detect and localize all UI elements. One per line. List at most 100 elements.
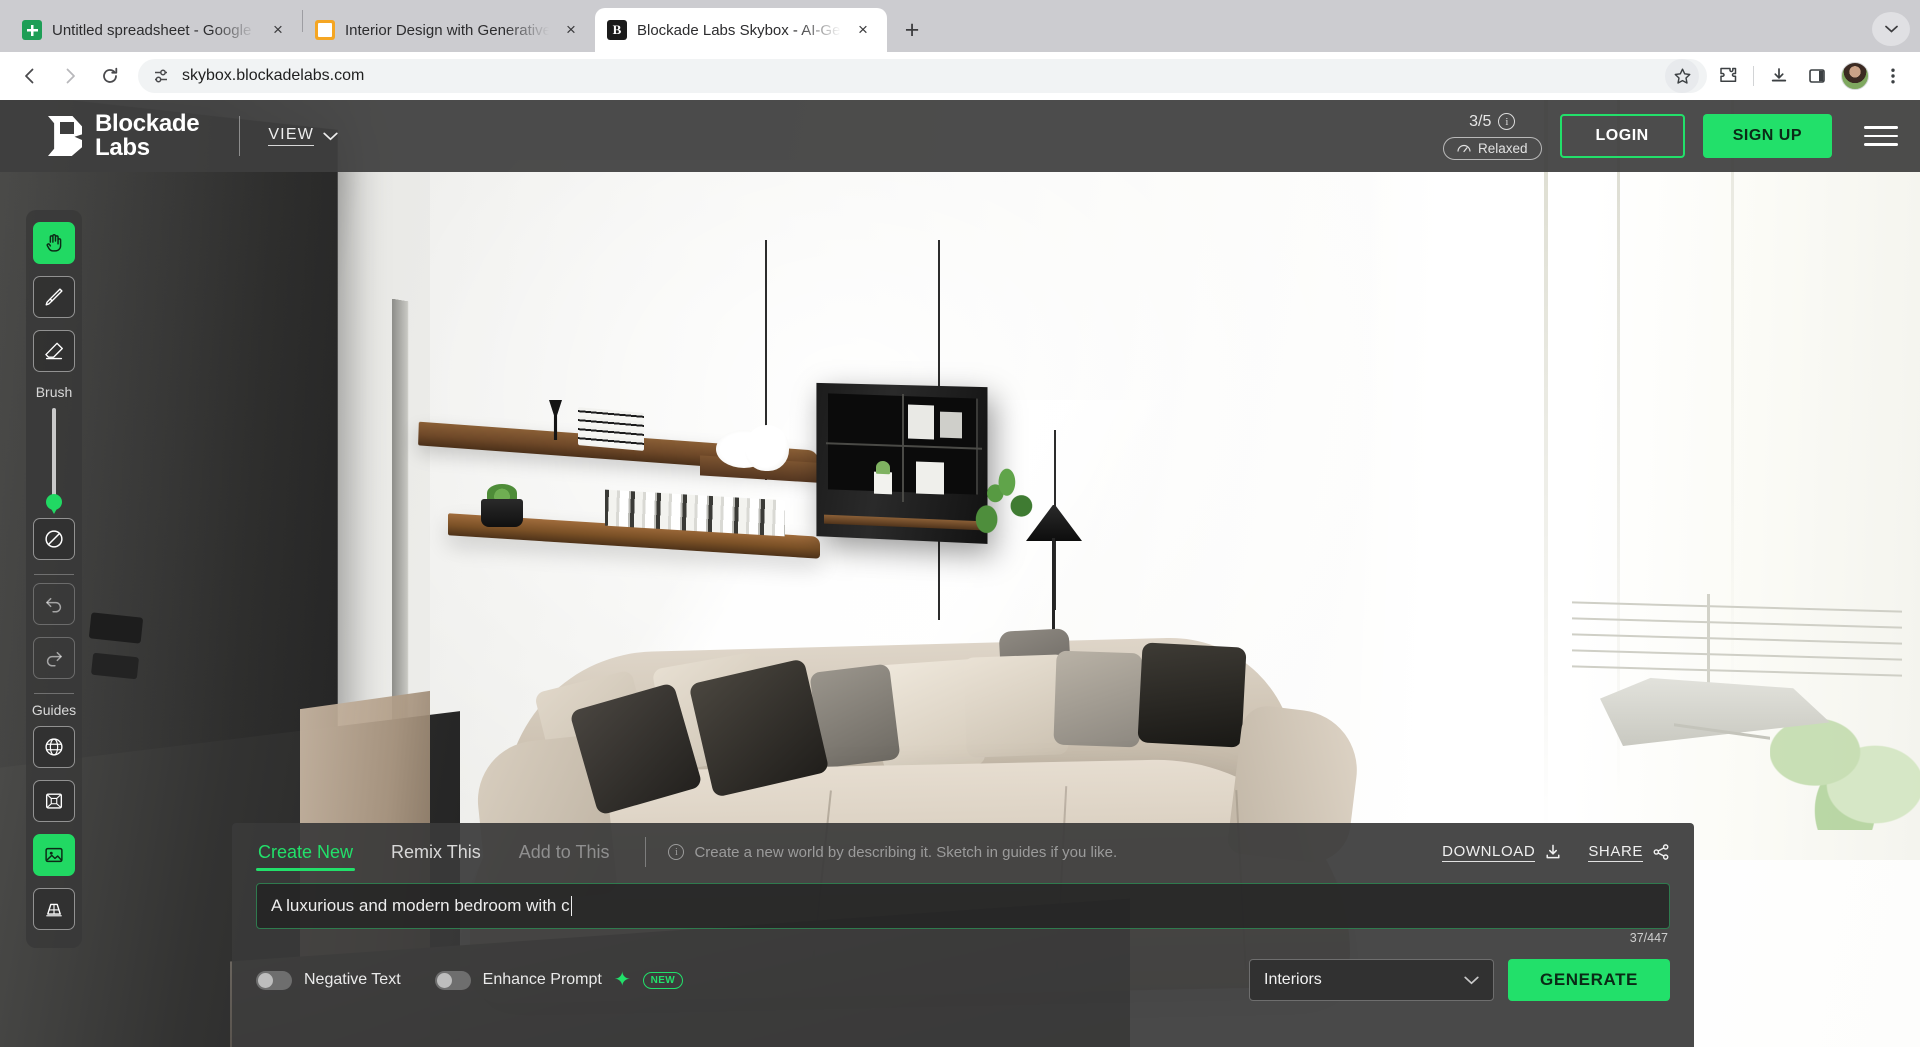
forward-button[interactable]: [52, 58, 88, 94]
prompt-input[interactable]: A luxurious and modern bedroom with c: [256, 883, 1670, 929]
profile-avatar[interactable]: [1838, 59, 1872, 93]
eraser-icon: [43, 340, 65, 362]
status-badge[interactable]: Relaxed: [1443, 137, 1542, 160]
character-counter: 37/447: [1630, 931, 1668, 945]
horizon-grid-icon: [43, 898, 65, 920]
arrow-left-icon: [20, 66, 40, 86]
brush-slider-handle[interactable]: [46, 494, 62, 510]
guide-horizon[interactable]: [33, 888, 75, 930]
google-sheets-icon: [22, 20, 42, 40]
info-icon[interactable]: i: [1498, 113, 1515, 130]
enhance-prompt-group[interactable]: Enhance Prompt ✦ NEW: [435, 970, 683, 990]
negative-text-group[interactable]: Negative Text: [256, 971, 401, 990]
site-settings-icon[interactable]: [152, 67, 170, 85]
tab-create-new[interactable]: Create New: [256, 823, 355, 881]
speed-icon: [1457, 143, 1471, 154]
text-cursor: [571, 896, 573, 916]
back-button[interactable]: [12, 58, 48, 94]
undo-arrow-icon: [43, 593, 65, 615]
view-menu-label: VIEW: [268, 126, 314, 146]
download-button[interactable]: DOWNLOAD: [1442, 843, 1562, 862]
browser-toolbar: skybox.blockadelabs.com: [0, 52, 1920, 100]
guide-globe[interactable]: [33, 726, 75, 768]
window-menu-button[interactable]: [1872, 12, 1910, 46]
brush-size-slider[interactable]: [52, 408, 56, 508]
blockade-labs-logo[interactable]: Blockade Labs: [48, 112, 199, 161]
reload-button[interactable]: [92, 58, 128, 94]
toolbar-divider: [1753, 66, 1754, 86]
undo-tool[interactable]: [33, 583, 75, 625]
chevron-down-icon: [323, 132, 338, 141]
clear-tool[interactable]: [33, 518, 75, 560]
chevron-down-icon: [1464, 976, 1479, 985]
tab-title: Blockade Labs Skybox - AI-Generated 360°…: [637, 22, 841, 39]
panel-actions: DOWNLOAD SHARE: [1442, 843, 1670, 862]
login-button[interactable]: LOGIN: [1560, 114, 1685, 158]
enhance-prompt-toggle[interactable]: [435, 971, 471, 990]
blockade-logo-icon: [48, 116, 82, 156]
hamburger-menu-icon[interactable]: [1864, 126, 1898, 146]
chrome-menu-icon[interactable]: [1876, 59, 1910, 93]
generate-button[interactable]: GENERATE: [1508, 959, 1670, 1001]
brush-label: Brush: [36, 384, 73, 400]
guide-cube[interactable]: [33, 780, 75, 822]
skybox-app: Blockade Labs VIEW 3/5 i: [0, 100, 1920, 1047]
bookmark-star-icon[interactable]: [1665, 59, 1699, 93]
header-divider: [239, 116, 240, 156]
download-label: DOWNLOAD: [1442, 843, 1535, 862]
address-bar[interactable]: skybox.blockadelabs.com: [138, 59, 1707, 93]
prompt-input-wrapper: A luxurious and modern bedroom with c 37…: [256, 883, 1670, 929]
tab-remix-this[interactable]: Remix This: [389, 823, 483, 881]
generate-controls: Interiors GENERATE: [1249, 959, 1670, 1001]
style-select[interactable]: Interiors: [1249, 959, 1494, 1001]
guides-label: Guides: [32, 702, 76, 718]
prompt-hint: i Create a new world by describing it. S…: [668, 844, 1117, 861]
side-panel-icon[interactable]: [1800, 59, 1834, 93]
sparkle-icon: ✦: [614, 970, 631, 990]
browser-tabstrip: Untitled spreadsheet - Google Sheets × I…: [0, 0, 1920, 52]
browser-tab-1[interactable]: Untitled spreadsheet - Google Sheets ×: [10, 8, 302, 52]
signup-button[interactable]: SIGN UP: [1703, 114, 1832, 158]
tab-add-to-this[interactable]: Add to This: [517, 823, 612, 881]
share-icon: [1652, 843, 1670, 861]
extensions-icon[interactable]: [1711, 59, 1745, 93]
browser-tab-3[interactable]: B Blockade Labs Skybox - AI-Generated 36…: [595, 8, 887, 52]
reload-icon: [100, 66, 120, 86]
enhance-prompt-label: Enhance Prompt: [483, 971, 602, 989]
hand-icon: [43, 232, 65, 254]
brush-icon: [43, 286, 65, 308]
style-select-value: Interiors: [1264, 971, 1322, 989]
negative-text-toggle[interactable]: [256, 971, 292, 990]
view-menu-button[interactable]: VIEW: [268, 126, 338, 146]
paint-brush-tool[interactable]: [33, 276, 75, 318]
rail-divider: [34, 574, 74, 575]
close-icon[interactable]: ×: [559, 18, 583, 42]
header-right-group: 3/5 i Relaxed LOGIN SIGN UP: [1443, 113, 1898, 160]
browser-tab-2[interactable]: Interior Design with Generative AI ×: [303, 8, 595, 52]
pan-hand-tool[interactable]: [33, 222, 75, 264]
cube-icon: [43, 790, 65, 812]
prompt-input-value: A luxurious and modern bedroom with c: [271, 896, 570, 916]
download-icon: [1544, 843, 1562, 861]
blockade-labs-icon: B: [607, 20, 627, 40]
orange-square-icon: [315, 20, 335, 40]
tab-title: Interior Design with Generative AI: [345, 22, 549, 39]
redo-arrow-icon: [43, 647, 65, 669]
close-icon[interactable]: ×: [851, 18, 875, 42]
credits-row: 3/5 i: [1469, 113, 1515, 131]
guide-image[interactable]: [33, 834, 75, 876]
close-icon[interactable]: ×: [266, 18, 290, 42]
credits-count: 3/5: [1469, 113, 1491, 131]
left-toolbar: Brush: [26, 210, 82, 948]
info-icon: i: [668, 844, 684, 860]
arrow-right-icon: [60, 66, 80, 86]
downloads-icon[interactable]: [1762, 59, 1796, 93]
tab-title: Untitled spreadsheet - Google Sheets: [52, 22, 256, 39]
new-tab-button[interactable]: +: [895, 13, 929, 47]
share-button[interactable]: SHARE: [1588, 843, 1670, 862]
image-icon: [43, 844, 65, 866]
redo-tool[interactable]: [33, 637, 75, 679]
negative-text-label: Negative Text: [304, 971, 401, 989]
eraser-tool[interactable]: [33, 330, 75, 372]
url-text: skybox.blockadelabs.com: [182, 67, 1653, 85]
